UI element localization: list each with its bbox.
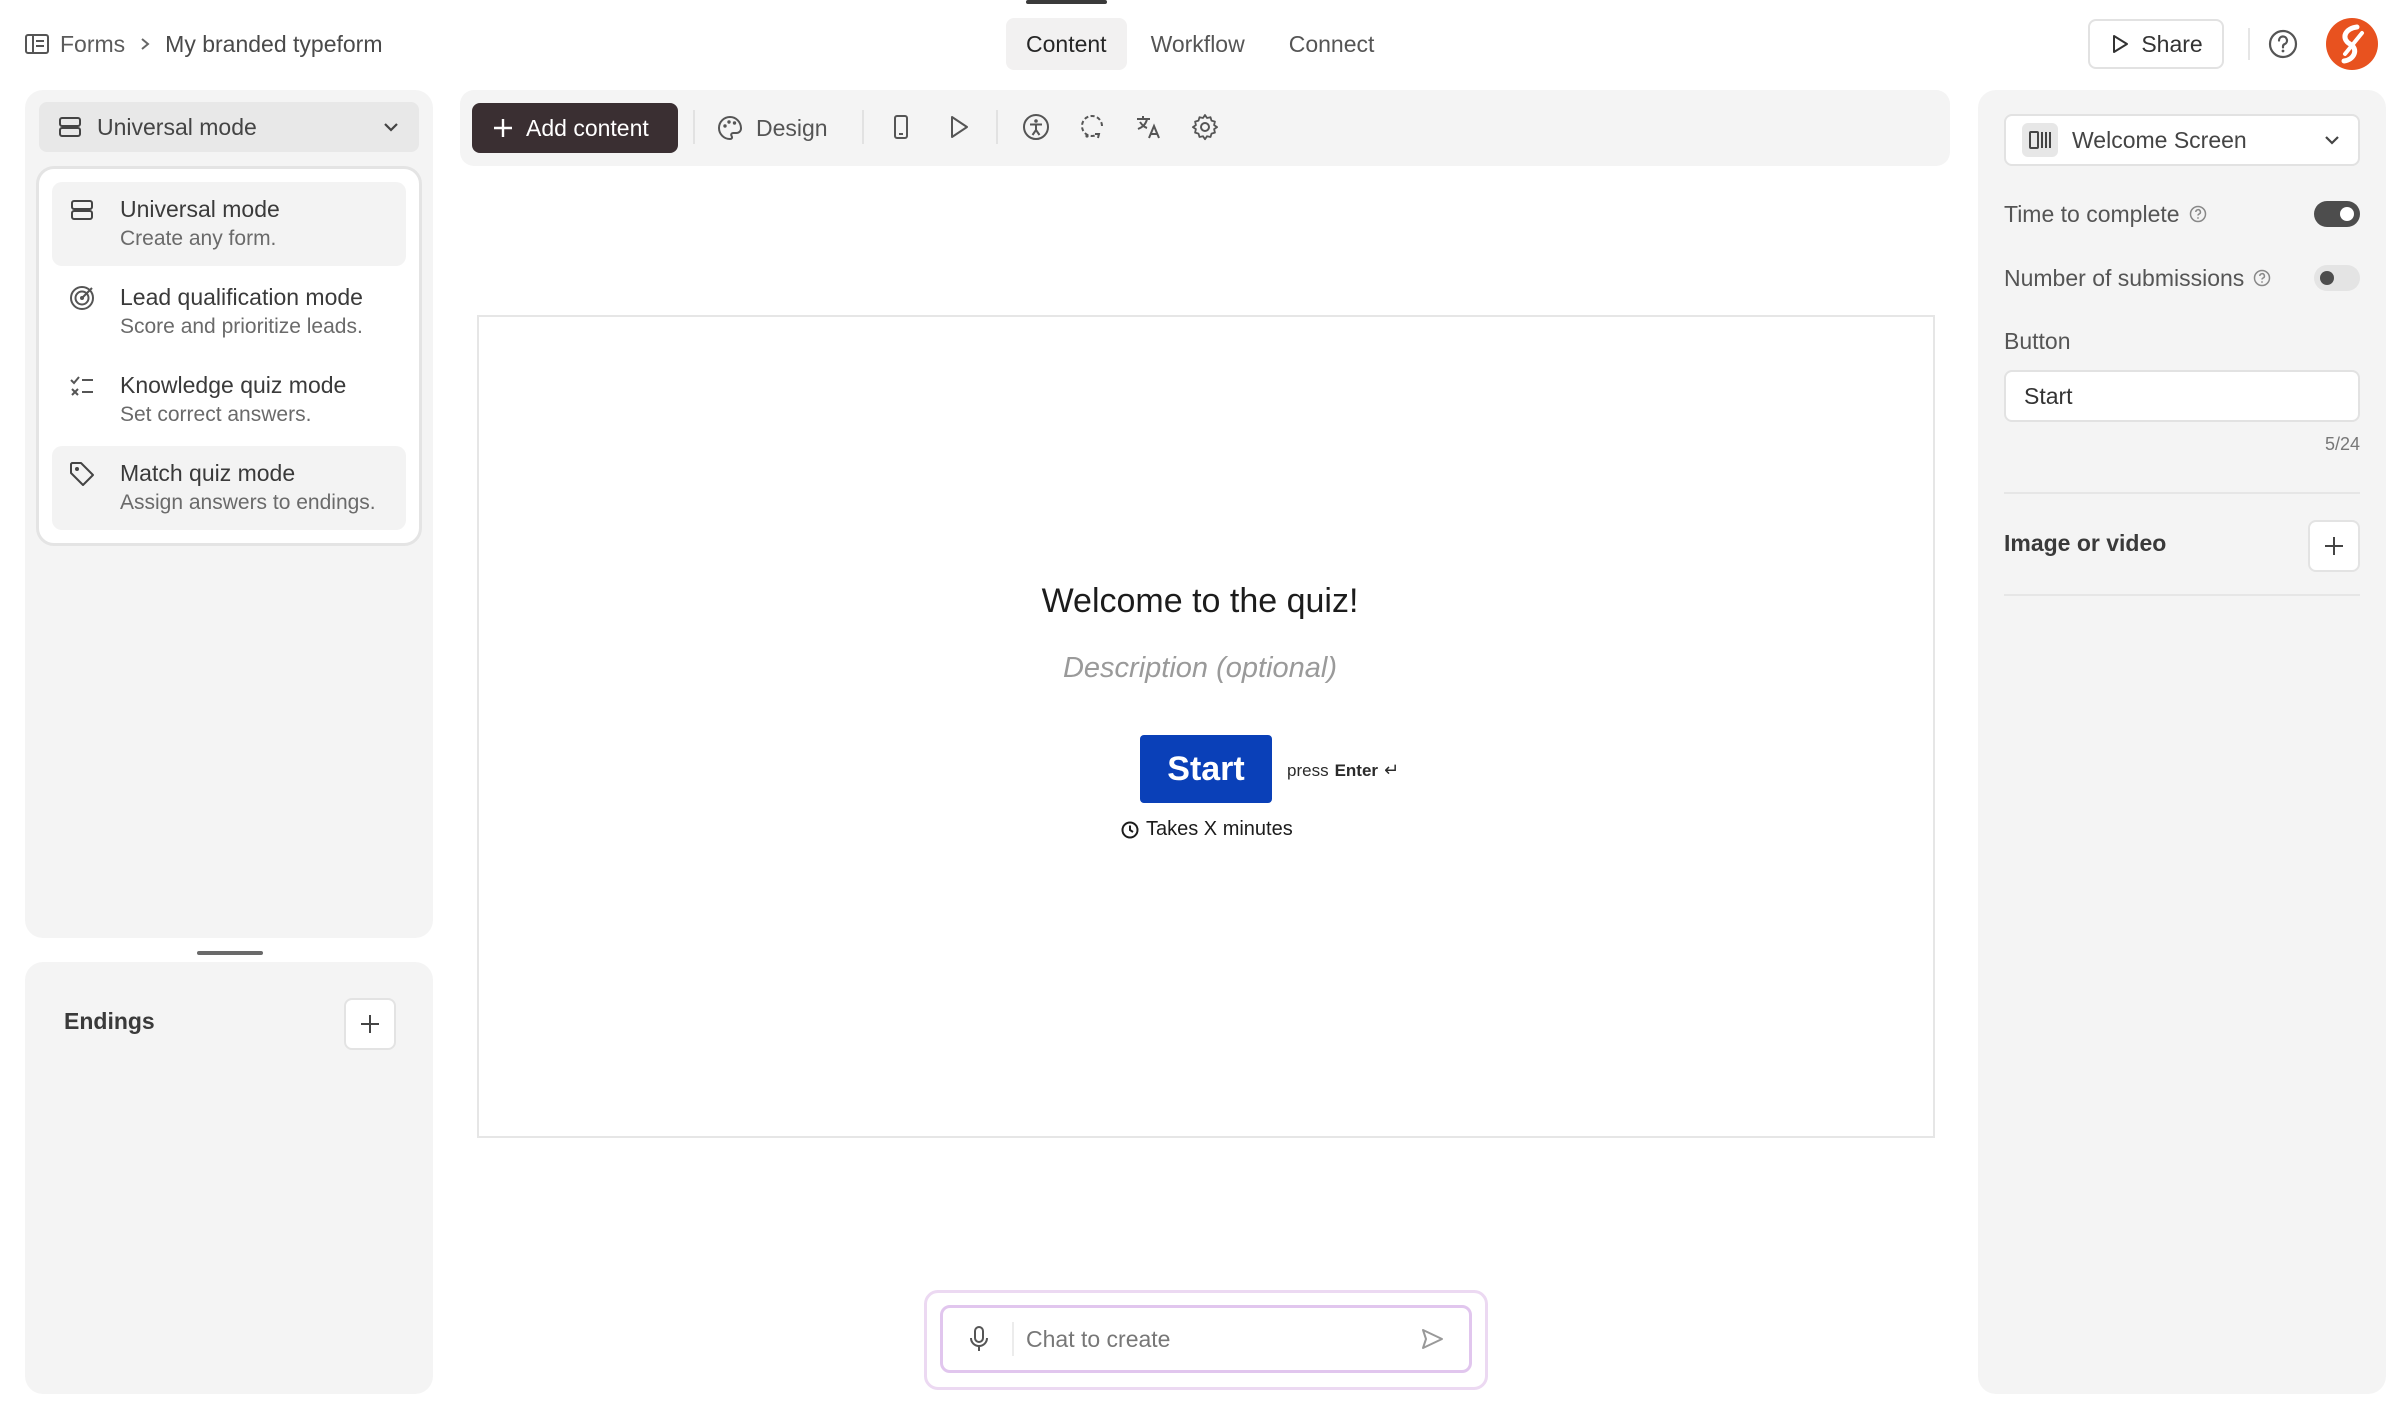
form-title[interactable]: My branded typeform [165, 31, 382, 58]
divider [2004, 492, 2360, 494]
tab-content[interactable]: Content [1006, 0, 1127, 70]
palette-icon [718, 115, 743, 141]
forms-icon[interactable] [24, 31, 50, 57]
mode-option-subtitle: Assign answers to endings. [120, 491, 376, 514]
endings-label: Endings [64, 1008, 155, 1034]
logic-chat-icon[interactable] [1077, 112, 1107, 142]
mobile-preview-icon[interactable] [886, 112, 916, 142]
screen-type-select[interactable]: Welcome Screen [2004, 114, 2360, 166]
play-outline-icon [2113, 35, 2129, 53]
divider [693, 110, 695, 144]
chevron-down-icon [384, 123, 398, 132]
time-estimate-text: Takes X minutes [1146, 818, 1293, 840]
time-estimate: Takes X minutes [1120, 818, 1293, 841]
main-tabs: Content Workflow Connect [1006, 0, 1398, 70]
info-question-icon[interactable] [2188, 204, 2208, 224]
add-content-button[interactable]: Add content [472, 103, 678, 153]
screen-type-label: Welcome Screen [2072, 126, 2247, 153]
submissions-label: Number of submissions [2004, 264, 2245, 291]
add-media-button[interactable] [2308, 520, 2360, 572]
divider [2004, 594, 2360, 596]
chevron-right-icon [137, 36, 153, 52]
mode-option-subtitle: Score and prioritize leads. [120, 315, 363, 338]
character-counter: 5/24 [2324, 434, 2360, 454]
chevron-down-icon [2325, 136, 2339, 145]
microphone-icon[interactable] [966, 1325, 992, 1353]
tag-icon [68, 460, 96, 488]
submissions-row: Number of submissions [2004, 261, 2360, 295]
breadcrumb: Forms My branded typeform [24, 28, 383, 60]
top-bar: Forms My branded typeform Content Workfl… [0, 0, 2400, 88]
tab-workflow[interactable]: Workflow [1131, 18, 1265, 70]
mode-option-knowledge-quiz[interactable]: Knowledge quiz mode Set correct answers. [52, 358, 406, 442]
share-button-label: Share [2141, 30, 2203, 57]
mode-dropdown-menu: Universal mode Create any form. Lead qua… [36, 166, 422, 546]
form-preview-canvas [477, 315, 1935, 1138]
press-enter-hint: press Enter ↵ [1287, 760, 1399, 781]
target-icon [68, 284, 96, 312]
mode-option-title: Lead qualification mode [120, 284, 363, 310]
help-icon[interactable] [2266, 27, 2300, 61]
mode-option-match-quiz[interactable]: Match quiz mode Assign answers to ending… [52, 446, 406, 530]
mode-select[interactable]: Universal mode [39, 102, 419, 152]
plus-icon [2325, 537, 2343, 555]
translate-icon[interactable] [1134, 112, 1164, 142]
time-to-complete-row: Time to complete [2004, 197, 2360, 231]
settings-gear-icon[interactable] [1190, 112, 1220, 142]
add-content-label: Add content [526, 114, 649, 141]
image-video-label: Image or video [2004, 530, 2167, 556]
time-to-complete-toggle[interactable] [2314, 201, 2360, 227]
accessibility-icon[interactable] [1021, 112, 1051, 142]
mode-option-lead-qualification[interactable]: Lead qualification mode Score and priori… [52, 270, 406, 354]
mode-option-title: Match quiz mode [120, 460, 296, 486]
tab-connect[interactable]: Connect [1269, 18, 1395, 70]
panel-resize-handle[interactable] [197, 951, 263, 955]
submissions-toggle[interactable] [2314, 265, 2360, 291]
mode-option-subtitle: Create any form. [120, 227, 277, 250]
preview-play-icon[interactable] [943, 112, 973, 142]
chat-input[interactable] [1026, 1318, 1406, 1360]
button-text-input[interactable] [2004, 370, 2360, 422]
share-button[interactable]: Share [2088, 19, 2224, 69]
mode-select-label: Universal mode [97, 113, 257, 140]
press-text: press [1287, 760, 1329, 780]
send-icon[interactable] [1418, 1325, 1446, 1353]
mode-option-subtitle: Set correct answers. [120, 403, 312, 426]
add-ending-button[interactable] [344, 998, 396, 1050]
clock-icon [1121, 821, 1139, 838]
welcome-screen-icon [2022, 123, 2058, 157]
checklist-icon [68, 372, 96, 400]
mode-option-universal[interactable]: Universal mode Create any form. [52, 182, 406, 266]
breadcrumb-forms-link[interactable]: Forms [60, 31, 125, 58]
rows-icon [59, 117, 81, 137]
design-button[interactable]: Design [716, 103, 828, 153]
info-question-icon[interactable] [2252, 268, 2272, 288]
enter-text: Enter [1334, 760, 1379, 780]
divider [862, 110, 864, 144]
mode-option-title: Universal mode [120, 196, 280, 222]
mode-option-title: Knowledge quiz mode [120, 372, 347, 398]
plus-icon [494, 119, 512, 137]
time-to-complete-label: Time to complete [2004, 200, 2180, 227]
rows-icon [68, 196, 96, 224]
divider [996, 110, 998, 144]
design-label: Design [756, 114, 828, 141]
divider [2248, 28, 2250, 60]
button-text-label: Button [2004, 328, 2071, 354]
divider [1012, 1322, 1014, 1356]
start-button[interactable]: Start [1140, 735, 1272, 803]
plus-icon [361, 1015, 379, 1033]
enter-icon: ↵ [1384, 760, 1400, 780]
account-avatar-logo[interactable] [2326, 18, 2378, 70]
